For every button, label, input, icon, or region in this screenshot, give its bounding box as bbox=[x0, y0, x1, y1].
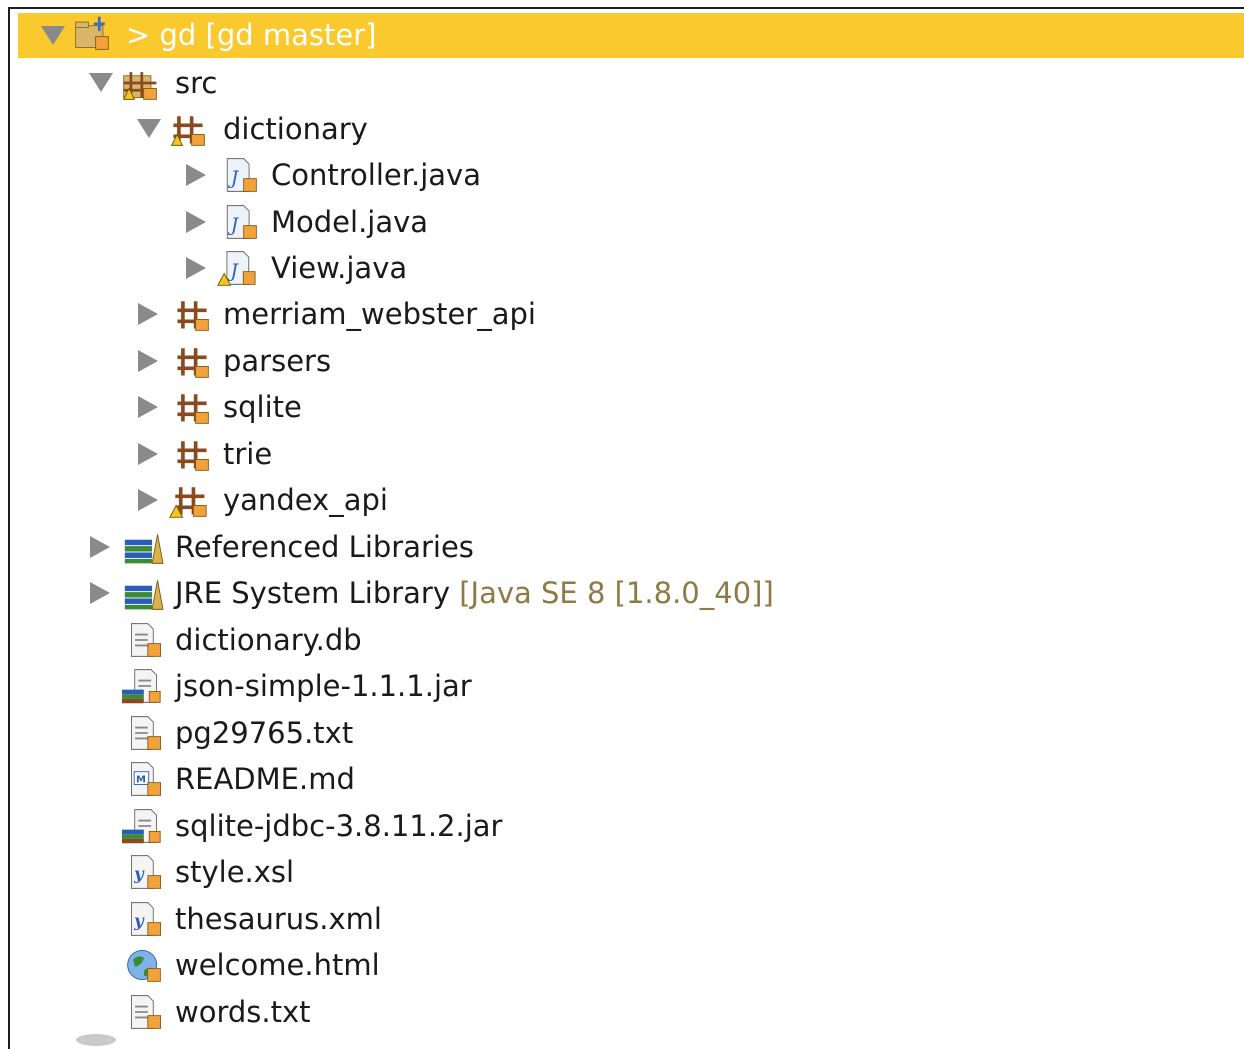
package-warning-icon bbox=[169, 487, 207, 518]
src-label: src bbox=[175, 66, 218, 100]
words-txt-label: words.txt bbox=[175, 995, 311, 1029]
pg-txt-label: pg29765.txt bbox=[175, 716, 354, 750]
jar-file-icon bbox=[122, 669, 161, 704]
java-file-icon: J bbox=[226, 205, 257, 239]
svg-text:y: y bbox=[133, 911, 145, 930]
text-file-icon bbox=[131, 716, 161, 750]
chevron-right-icon[interactable] bbox=[138, 396, 158, 418]
tree-row-parsers-package[interactable]: parsers bbox=[18, 338, 1244, 384]
tree-row-thesaurus-xml[interactable]: y thesaurus.xml bbox=[18, 896, 1244, 942]
model-java-label: Model.java bbox=[271, 205, 429, 239]
xml-file-icon: y bbox=[131, 902, 161, 936]
svg-text:y: y bbox=[133, 864, 145, 883]
tree-row-sqlite-jdbc-jar[interactable]: sqlite-jdbc-3.8.11.2.jar bbox=[18, 803, 1244, 849]
trie-package-label: trie bbox=[223, 437, 273, 471]
java-file-warning-icon: J bbox=[217, 251, 256, 286]
controller-java-label: Controller.java bbox=[271, 158, 481, 192]
library-icon bbox=[124, 580, 164, 610]
chevron-right-icon[interactable] bbox=[186, 211, 206, 233]
tree-row-trie-package[interactable]: trie bbox=[18, 431, 1244, 477]
sqlite-jdbc-jar-label: sqlite-jdbc-3.8.11.2.jar bbox=[175, 809, 503, 843]
html-file-icon bbox=[127, 950, 161, 982]
chevron-right-icon[interactable] bbox=[138, 303, 158, 325]
tree-row-yandex-package[interactable]: yandex_api bbox=[18, 477, 1244, 523]
tree-row-referenced-libraries[interactable]: Referenced Libraries bbox=[18, 524, 1244, 570]
tree-row-sqlite-package[interactable]: sqlite bbox=[18, 384, 1244, 430]
java-file-icon: J bbox=[226, 158, 257, 192]
style-xsl-label: style.xsl bbox=[175, 855, 295, 889]
sqlite-package-label: sqlite bbox=[223, 390, 302, 424]
text-file-icon bbox=[131, 995, 161, 1029]
package-icon bbox=[170, 116, 205, 146]
xml-file-icon: y bbox=[131, 855, 161, 889]
library-icon bbox=[124, 534, 164, 564]
package-icon bbox=[177, 348, 209, 378]
chevron-right-icon[interactable] bbox=[138, 443, 158, 465]
merriam-package-label: merriam_webster_api bbox=[223, 297, 536, 331]
project-label: > gd [gd master] bbox=[126, 18, 377, 52]
git-project-icon bbox=[75, 16, 109, 50]
chevron-down-icon[interactable] bbox=[89, 73, 113, 92]
markdown-file-icon: M bbox=[131, 762, 161, 796]
partially-visible-item-icon bbox=[76, 1034, 116, 1046]
chevron-right-icon[interactable] bbox=[138, 489, 158, 511]
tree-row-view-java[interactable]: J View.java bbox=[18, 245, 1244, 291]
chevron-right-icon[interactable] bbox=[138, 350, 158, 372]
tree-row-pg-txt[interactable]: pg29765.txt bbox=[18, 710, 1244, 756]
chevron-right-icon[interactable] bbox=[186, 164, 206, 186]
tree-row-controller-java[interactable]: J Controller.java bbox=[18, 152, 1244, 198]
dictionary-db-label: dictionary.db bbox=[175, 623, 362, 657]
jre-library-decoration: [Java SE 8 [1.8.0_40]] bbox=[459, 576, 774, 610]
view-java-label: View.java bbox=[271, 251, 408, 285]
chevron-down-icon[interactable] bbox=[41, 26, 65, 45]
source-folder-icon bbox=[122, 72, 157, 100]
welcome-html-label: welcome.html bbox=[175, 948, 380, 982]
thesaurus-xml-label: thesaurus.xml bbox=[175, 902, 382, 936]
jar-file-icon bbox=[122, 809, 161, 844]
tree-row-style-xsl[interactable]: y style.xsl bbox=[18, 849, 1244, 895]
package-icon bbox=[177, 394, 209, 424]
tree-row-merriam-package[interactable]: merriam_webster_api bbox=[18, 291, 1244, 337]
dictionary-package-label: dictionary bbox=[223, 112, 368, 146]
parsers-package-label: parsers bbox=[223, 344, 332, 378]
tree-row-jre-library[interactable]: JRE System Library [Java SE 8 [1.8.0_40]… bbox=[18, 570, 1244, 616]
package-icon bbox=[177, 301, 209, 331]
tree-row-model-java[interactable]: J Model.java bbox=[18, 199, 1244, 245]
readme-label: README.md bbox=[175, 762, 355, 796]
tree-row-json-simple-jar[interactable]: json-simple-1.1.1.jar bbox=[18, 663, 1244, 709]
jre-library-label: JRE System Library [Java SE 8 [1.8.0_40]… bbox=[175, 573, 774, 613]
package-icon bbox=[177, 441, 209, 471]
json-simple-jar-label: json-simple-1.1.1.jar bbox=[175, 669, 472, 703]
chevron-right-icon[interactable] bbox=[90, 536, 110, 558]
svg-text:M: M bbox=[136, 775, 146, 786]
jre-library-name: JRE System Library bbox=[175, 576, 451, 610]
tree-row-project[interactable]: > gd [gd master] bbox=[18, 13, 1244, 58]
tree-row-dictionary-db[interactable]: dictionary.db bbox=[18, 617, 1244, 663]
tree-row-src[interactable]: src bbox=[18, 60, 1244, 106]
chevron-right-icon[interactable] bbox=[90, 582, 110, 604]
yandex-package-label: yandex_api bbox=[223, 483, 388, 517]
tree-row-readme[interactable]: M README.md bbox=[18, 756, 1244, 802]
tree-row-welcome-html[interactable]: welcome.html bbox=[18, 942, 1244, 988]
referenced-libraries-label: Referenced Libraries bbox=[175, 530, 474, 564]
chevron-right-icon[interactable] bbox=[186, 257, 206, 279]
chevron-down-icon[interactable] bbox=[137, 119, 161, 138]
tree-row-dictionary-package[interactable]: dictionary bbox=[18, 106, 1244, 152]
tree-row-words-txt[interactable]: words.txt bbox=[18, 989, 1244, 1035]
text-file-icon bbox=[131, 623, 161, 657]
